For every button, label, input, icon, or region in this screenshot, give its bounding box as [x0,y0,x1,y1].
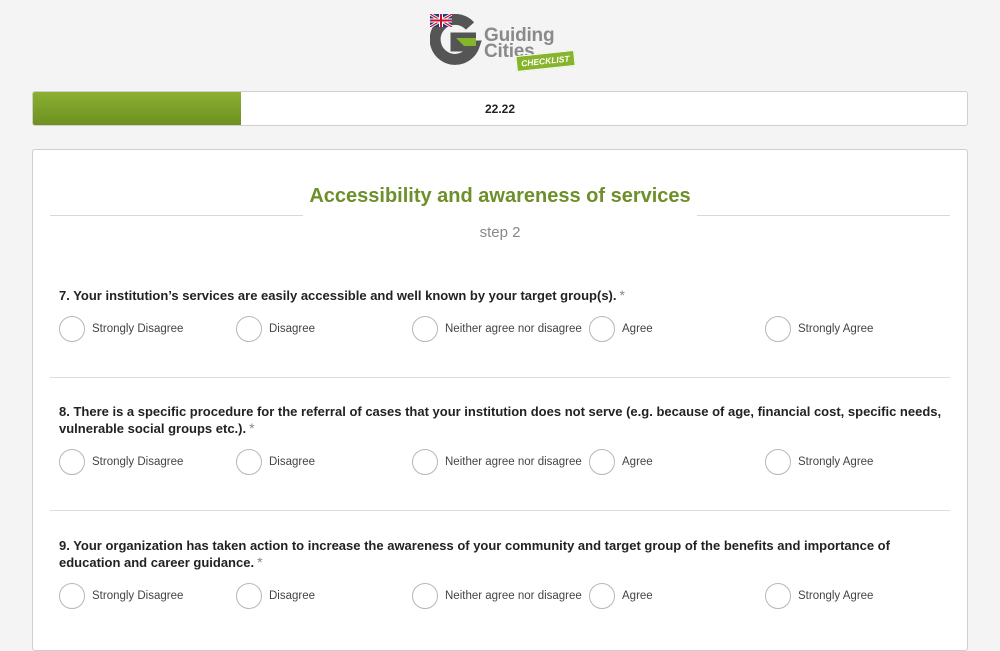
option-agree[interactable]: Agree [589,583,653,609]
option-strongly-agree[interactable]: Strongly Agree [765,449,873,475]
option-strongly-agree[interactable]: Strongly Agree [765,316,873,342]
progress-bar: 22.22 [32,91,968,126]
option-disagree[interactable]: Disagree [236,449,315,475]
radio-button[interactable] [236,583,262,609]
question-text: 8. There is a specific procedure for the… [59,404,942,436]
title-rule-right [697,215,950,216]
question-9: 9. Your organization has taken action to… [59,537,949,613]
option-agree[interactable]: Agree [589,449,653,475]
radio-button[interactable] [412,449,438,475]
likert-options: Strongly Disagree Disagree Neither agree… [59,316,949,346]
radio-button[interactable] [412,316,438,342]
required-asterisk: * [619,287,625,303]
step-label: step 2 [479,224,521,241]
option-neutral[interactable]: Neither agree nor disagree [412,449,582,475]
option-agree[interactable]: Agree [589,316,653,342]
radio-button[interactable] [765,449,791,475]
question-divider [50,377,950,378]
guiding-cities-logo: Guiding Cities CHECKLIST [430,14,580,76]
option-strongly-disagree[interactable]: Strongly Disagree [59,583,183,609]
survey-card: Accessibility and awareness of services … [32,149,968,651]
radio-button[interactable] [589,583,615,609]
radio-button[interactable] [236,316,262,342]
radio-button[interactable] [765,583,791,609]
progress-value: 22.22 [484,101,516,116]
option-strongly-disagree[interactable]: Strongly Disagree [59,449,183,475]
option-disagree[interactable]: Disagree [236,316,315,342]
question-divider [50,510,950,511]
radio-button[interactable] [59,449,85,475]
uk-flag-icon[interactable] [430,14,452,27]
likert-options: Strongly Disagree Disagree Neither agree… [59,449,949,479]
option-neutral[interactable]: Neither agree nor disagree [412,583,582,609]
radio-button[interactable] [765,316,791,342]
radio-button[interactable] [59,583,85,609]
radio-button[interactable] [589,449,615,475]
question-8: 8. There is a specific procedure for the… [59,403,949,479]
section-title: Accessibility and awareness of services [33,185,967,208]
question-7: 7. Your institution’s services are easil… [59,287,949,346]
option-strongly-agree[interactable]: Strongly Agree [765,583,873,609]
radio-button[interactable] [236,449,262,475]
required-asterisk: * [249,420,255,436]
option-neutral[interactable]: Neither agree nor disagree [412,316,582,342]
option-disagree[interactable]: Disagree [236,583,315,609]
question-text: 7. Your institution’s services are easil… [59,287,625,303]
required-asterisk: * [257,554,263,570]
question-text: 9. Your organization has taken action to… [59,538,890,570]
radio-button[interactable] [59,316,85,342]
radio-button[interactable] [589,316,615,342]
radio-button[interactable] [412,583,438,609]
title-rule-left [50,215,303,216]
likert-options: Strongly Disagree Disagree Neither agree… [59,583,949,613]
option-strongly-disagree[interactable]: Strongly Disagree [59,316,183,342]
